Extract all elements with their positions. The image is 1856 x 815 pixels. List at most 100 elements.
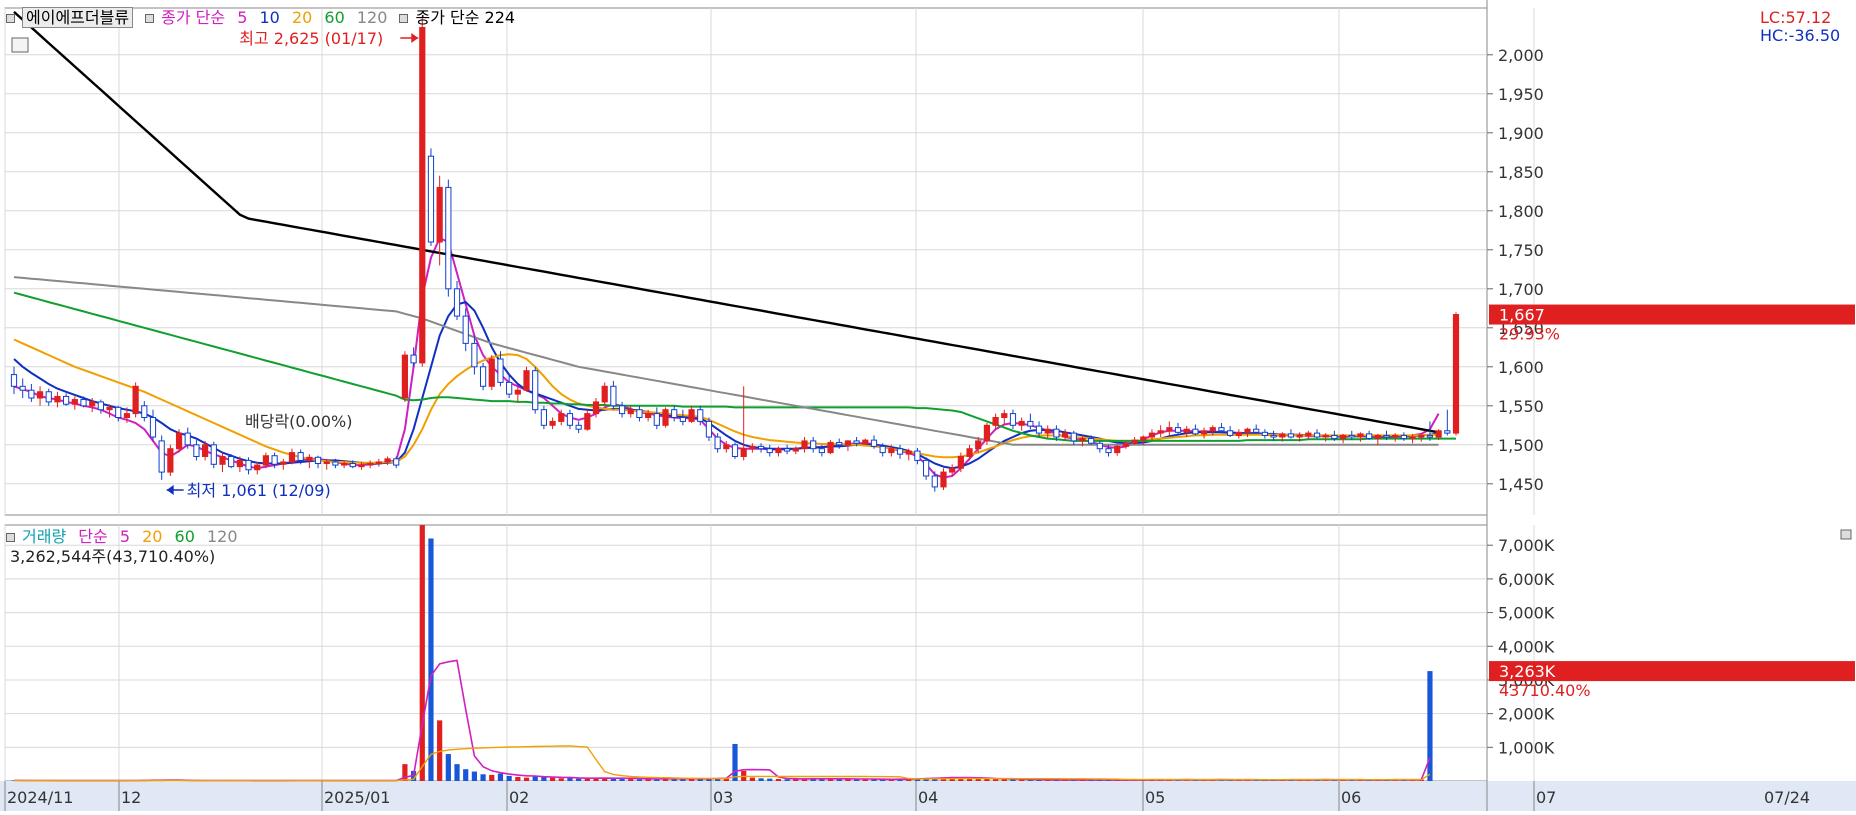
vol-y-tick-label: 6,000K [1498, 570, 1555, 589]
candle-body [646, 414, 651, 418]
y-tick-label: 1,500 [1498, 436, 1544, 455]
x-tick-label: 2024/11 [7, 788, 73, 807]
candle-body [1297, 435, 1302, 437]
vol-legend-120: 120 [207, 527, 238, 546]
candle-body [1097, 443, 1102, 448]
lc-readout: LC:57.12 [1760, 8, 1831, 28]
volume-bar [524, 778, 529, 781]
candle-body [1228, 431, 1233, 436]
candle-body [837, 442, 842, 444]
candle-body [385, 459, 390, 462]
candle-body [550, 421, 555, 425]
volume-bar [515, 777, 520, 781]
candle-body [64, 396, 69, 404]
candle-body [732, 445, 737, 457]
candle-body [341, 464, 346, 466]
candle-body [663, 410, 668, 426]
candle-body [602, 386, 607, 402]
candle-body [289, 453, 294, 462]
x-tick-label: 04 [918, 788, 938, 807]
candle-body [1210, 428, 1215, 431]
candle-body [124, 414, 129, 418]
candle-body [1106, 449, 1111, 453]
candle-body [1201, 431, 1206, 434]
x-tick-label: 03 [713, 788, 733, 807]
candle-body [1193, 429, 1198, 434]
candle-body [1219, 428, 1224, 431]
candle-body [619, 406, 624, 414]
candle-body [689, 410, 694, 422]
candle-body [1123, 443, 1128, 446]
legend-ma20: 20 [292, 8, 312, 27]
candle-body [1045, 429, 1050, 433]
candle-body [420, 28, 425, 363]
candle-body [1184, 429, 1189, 432]
candle-body [394, 459, 399, 465]
candle-body [724, 445, 729, 449]
volume-bar [750, 778, 755, 781]
volume-bar [428, 538, 433, 781]
candle-body [1349, 435, 1354, 437]
legend-ma224: 종가 단순 224 [415, 8, 515, 27]
candle-body [1071, 433, 1076, 441]
candle-body [437, 187, 442, 242]
y-tick-label: 1,750 [1498, 241, 1544, 260]
ma224-toggle-icon[interactable] [399, 14, 408, 23]
candle-body [81, 400, 86, 406]
volume-bar [628, 779, 633, 781]
candle-body [1236, 432, 1241, 435]
candle-body [1141, 437, 1146, 440]
low-annotation: 최저 1,061 (12/09) [187, 481, 331, 500]
y-tick-label: 1,950 [1498, 85, 1544, 104]
candle-body [1271, 435, 1276, 437]
y-tick-label: 1,550 [1498, 397, 1544, 416]
volume-bar [785, 779, 790, 781]
candle-body [150, 418, 155, 438]
vol-legend-60: 60 [175, 527, 195, 546]
high-annotation: 최고 2,625 (01/17) [239, 29, 383, 48]
stock-name-button[interactable]: 에이에프더블류 [22, 7, 133, 28]
legend-toggle-icon[interactable] [6, 14, 15, 23]
candle-body [1019, 421, 1024, 425]
candle-body [1080, 439, 1085, 441]
candle-body [1002, 414, 1007, 418]
candle-body [941, 472, 946, 487]
candle-body [950, 468, 955, 472]
price-legend: 에이에프더블류 종가 단순 5 10 20 60 120 종가 단순 224 [6, 8, 522, 28]
candle-body [715, 437, 720, 449]
candle-body [1254, 429, 1259, 432]
candle-body [750, 446, 755, 448]
candle-body [185, 433, 190, 445]
candle-body [1149, 433, 1154, 437]
candle-body [767, 449, 772, 453]
candle-body [1262, 432, 1267, 435]
ma-toggle-icon[interactable] [145, 14, 154, 23]
vol-legend-5: 5 [120, 527, 130, 546]
candle-body [116, 407, 121, 417]
candle-body [811, 441, 816, 449]
candle-body [1419, 435, 1424, 437]
candle-body [1367, 434, 1372, 439]
candle-body [628, 410, 633, 414]
candle-body [1115, 446, 1120, 452]
candle-body [1358, 434, 1363, 437]
candle-body [915, 451, 920, 460]
candle-body [845, 441, 850, 445]
candle-body [1384, 435, 1389, 437]
candle-body [1280, 434, 1285, 437]
candle-body [11, 375, 16, 387]
candle-body [1028, 421, 1033, 426]
candle-body [463, 316, 468, 343]
x-tick-label: 2025/01 [324, 788, 390, 807]
candle-body [793, 449, 798, 451]
candle-body [368, 464, 373, 466]
candle-body [37, 392, 42, 398]
candle-body [1010, 414, 1015, 426]
candle-body [1453, 315, 1458, 434]
volume-toggle-icon[interactable] [6, 533, 15, 542]
candle-body [1054, 429, 1059, 437]
candle-body [1245, 429, 1250, 432]
y-tick-label: 1,900 [1498, 124, 1544, 143]
price-volume-chart[interactable]: 2024/11122025/0102030405060707/242,0001,… [0, 0, 1856, 811]
candle-body [315, 457, 320, 463]
